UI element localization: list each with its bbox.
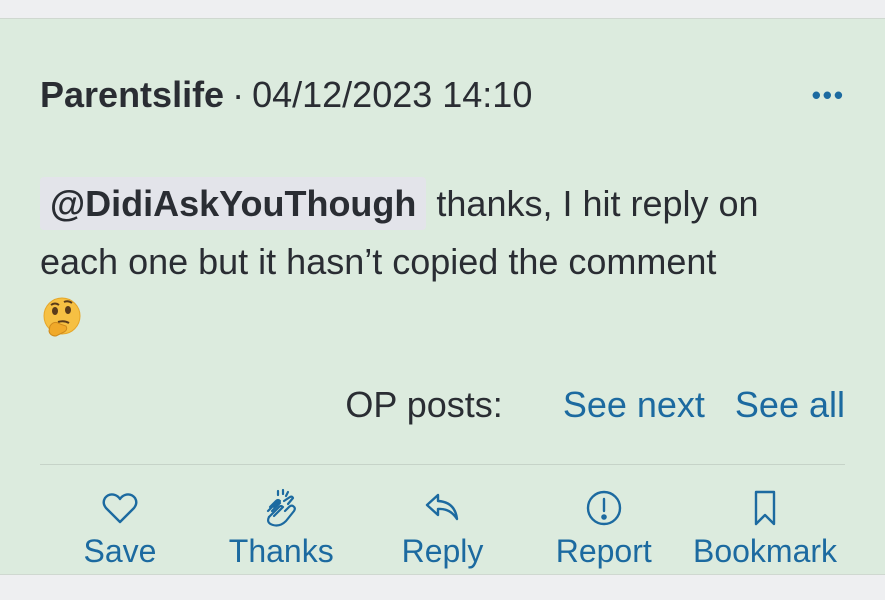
- post-body: @DidiAskYouThough thanks, I hit reply on…: [40, 175, 840, 349]
- post-timestamp: 04/12/2023 14:10: [252, 74, 533, 115]
- report-button[interactable]: Report: [524, 487, 684, 577]
- see-all-link[interactable]: See all: [735, 384, 845, 426]
- header-separator: ·: [232, 74, 245, 115]
- save-label: Save: [83, 533, 157, 569]
- bookmark-icon: [754, 490, 776, 526]
- reply-label: Reply: [401, 533, 484, 569]
- thanks-button[interactable]: Thanks: [201, 487, 361, 577]
- mention-link[interactable]: @DidiAskYouThough: [40, 177, 427, 230]
- thinking-face-emoji: [43, 297, 81, 337]
- op-posts-label: OP posts:: [345, 384, 503, 425]
- report-label: Report: [555, 533, 652, 569]
- op-posts-bar: OP posts: See next See all: [345, 381, 845, 429]
- post-actions: Save Thanks Reply Report Bookmark: [40, 487, 845, 577]
- exclamation-circle-icon: [586, 490, 621, 526]
- heart-icon: [102, 493, 138, 524]
- post-card: Parentslife · 04/12/2023 14:10 ••• @Didi…: [0, 18, 885, 575]
- reply-button[interactable]: Reply: [363, 487, 523, 577]
- thanks-label: Thanks: [228, 533, 334, 569]
- bookmark-button[interactable]: Bookmark: [685, 487, 845, 577]
- see-next-link[interactable]: See next: [563, 384, 705, 426]
- post-header: Parentslife · 04/12/2023 14:10 •••: [40, 74, 845, 116]
- clapping-hands-icon: [267, 488, 297, 527]
- more-options-icon[interactable]: •••: [785, 75, 845, 115]
- divider: [40, 464, 845, 465]
- reply-arrow-icon: [425, 493, 458, 521]
- bookmark-label: Bookmark: [692, 533, 838, 569]
- author-name[interactable]: Parentslife: [40, 74, 224, 116]
- save-button[interactable]: Save: [40, 487, 200, 577]
